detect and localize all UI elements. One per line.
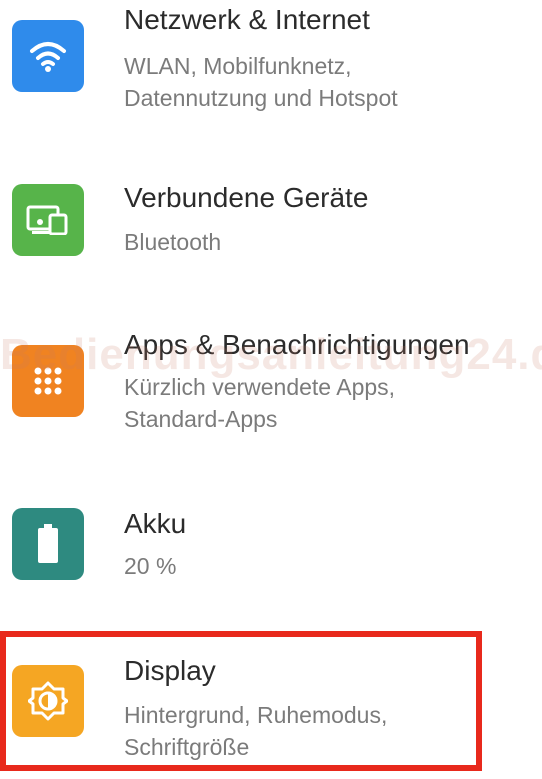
settings-item-subtitle: Kürzlich verwendete Apps, xyxy=(124,374,396,400)
settings-list: Netzwerk & Internet WLAN, Mobilfunknetz,… xyxy=(0,0,542,779)
settings-item-title: Verbundene Geräte xyxy=(124,182,369,213)
settings-item-apps[interactable]: Apps & Benachrichtigungen Kürzlich verwe… xyxy=(0,325,542,445)
settings-item-subtitle: Datennutzung und Hotspot xyxy=(124,85,398,111)
settings-item-subtitle: Bluetooth xyxy=(124,229,222,255)
devices-icon xyxy=(12,184,84,256)
settings-item-title: Netzwerk & Internet xyxy=(124,4,370,35)
settings-item-display[interactable]: Display Hintergrund, Ruhemodus, Schriftg… xyxy=(0,645,542,770)
settings-item-subtitle: Hintergrund, Ruhemodus, xyxy=(124,702,388,728)
settings-item-subtitle: Standard-Apps xyxy=(124,406,278,432)
settings-item-title: Akku xyxy=(124,508,187,539)
settings-item-connected-devices[interactable]: Verbundene Geräte Bluetooth xyxy=(0,170,542,270)
settings-item-title: Display xyxy=(124,655,216,686)
settings-item-subtitle: WLAN, Mobilfunknetz, xyxy=(124,53,352,79)
apps-grid-icon xyxy=(12,345,84,417)
settings-item-subtitle: Schriftgröße xyxy=(124,734,250,760)
settings-item-title: Apps & Benachrichtigungen xyxy=(124,329,470,360)
wifi-icon xyxy=(12,20,84,92)
settings-item-network[interactable]: Netzwerk & Internet WLAN, Mobilfunknetz,… xyxy=(0,0,542,125)
battery-icon xyxy=(12,508,84,580)
brightness-icon xyxy=(12,665,84,737)
settings-item-subtitle: 20 % xyxy=(124,553,177,579)
settings-item-battery[interactable]: Akku 20 % xyxy=(0,500,542,600)
